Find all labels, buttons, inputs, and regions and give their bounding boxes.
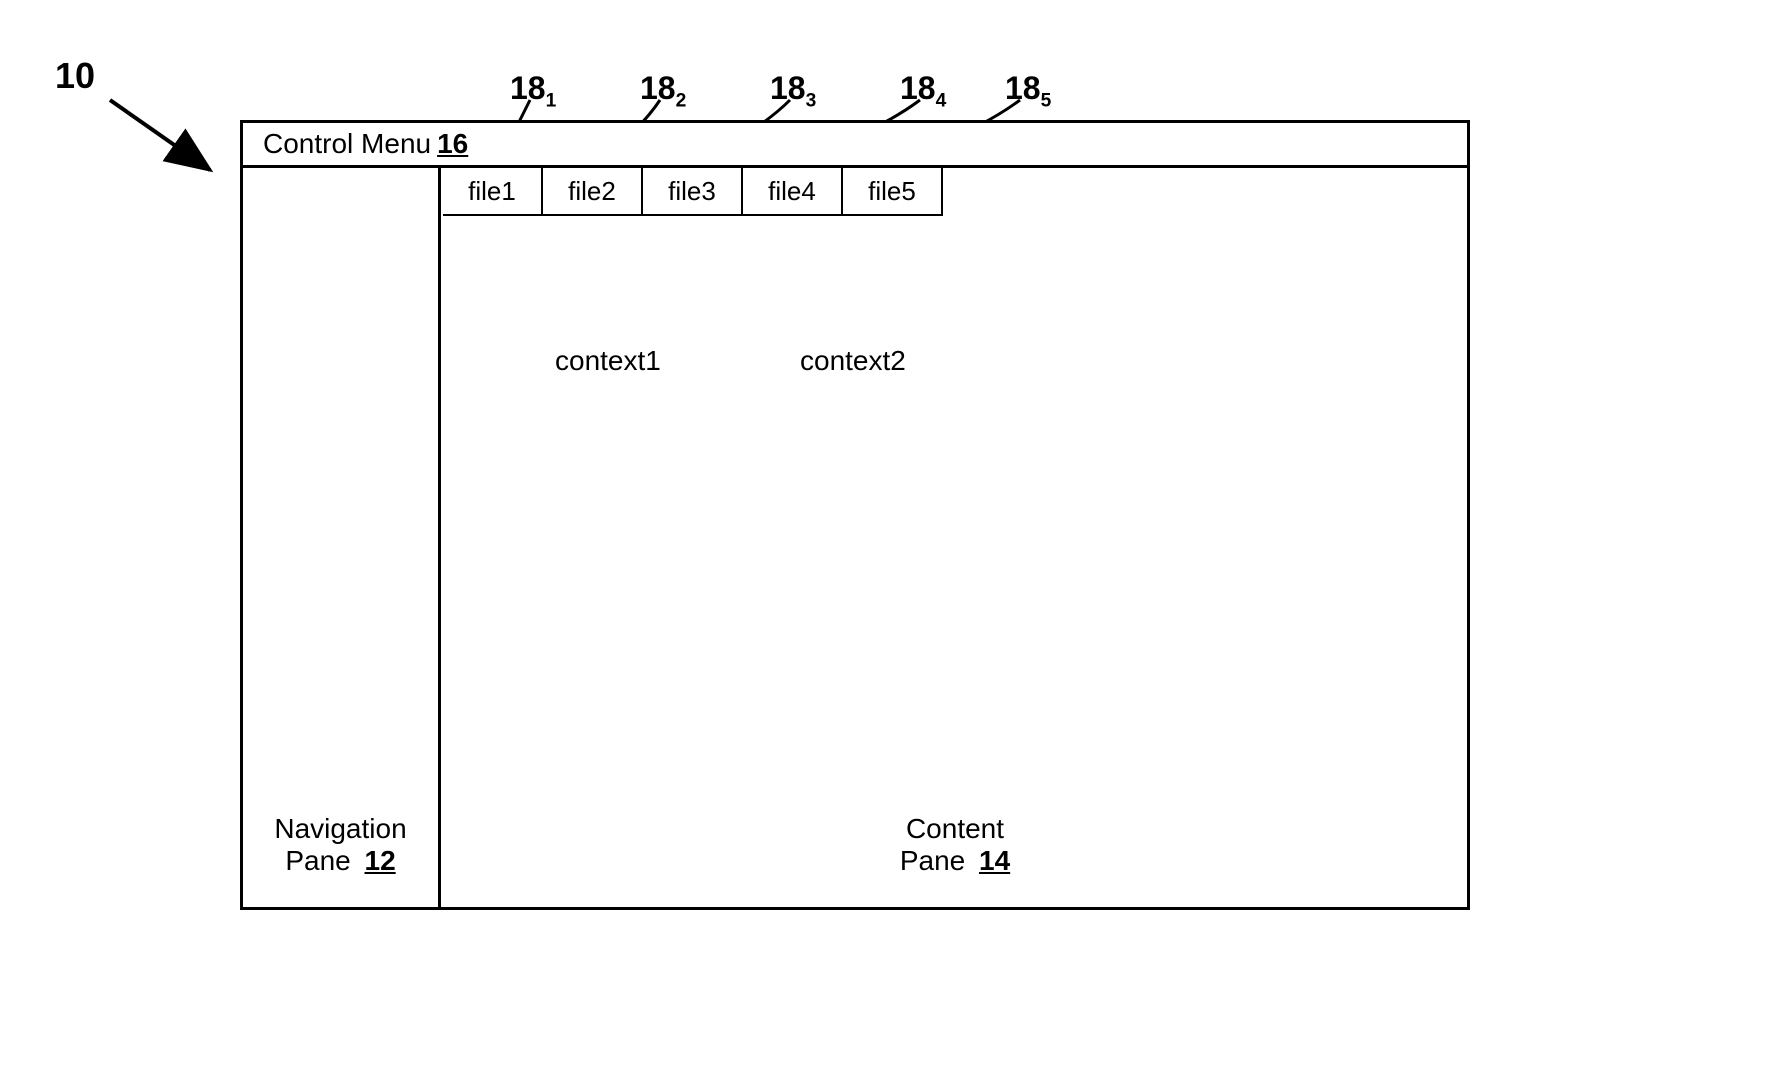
callout-18-2: 182	[640, 70, 686, 112]
callout-18-5: 185	[1005, 70, 1051, 112]
callout-18-4: 184	[900, 70, 946, 112]
tabs-container: file1 file2 file3 file4 file5	[443, 168, 943, 216]
tab-label: file1	[468, 176, 516, 207]
tab-label: file2	[568, 176, 616, 207]
figure-ref-10: 10	[55, 55, 95, 97]
nav-pane-label: Navigation Pane 12	[243, 813, 438, 877]
tab-label: file4	[768, 176, 816, 207]
content-pane-ref: 14	[979, 845, 1010, 876]
control-menu-label: Control Menu	[263, 128, 431, 160]
control-menu-ref: 16	[437, 128, 468, 160]
callout-18-1: 181	[510, 70, 556, 112]
tab-label: file5	[868, 176, 916, 207]
tab-file5[interactable]: file5	[843, 168, 943, 216]
content-pane: file1 file2 file3 file4 file5 Content Pa…	[443, 168, 1467, 907]
tab-file3[interactable]: file3	[643, 168, 743, 216]
tab-label: file3	[668, 176, 716, 207]
control-menu[interactable]: Control Menu 16	[243, 123, 1467, 168]
tab-file4[interactable]: file4	[743, 168, 843, 216]
tab-file1[interactable]: file1	[443, 168, 543, 216]
callout-18-3: 183	[770, 70, 816, 112]
content-pane-label: Content Pane 14	[443, 813, 1467, 877]
tab-file2[interactable]: file2	[543, 168, 643, 216]
navigation-pane: Navigation Pane 12	[243, 168, 441, 907]
context1-label: context1	[555, 345, 661, 377]
nav-pane-ref: 12	[365, 845, 396, 876]
context2-label: context2	[800, 345, 906, 377]
app-window: Control Menu 16 Navigation Pane 12 file1…	[240, 120, 1470, 910]
